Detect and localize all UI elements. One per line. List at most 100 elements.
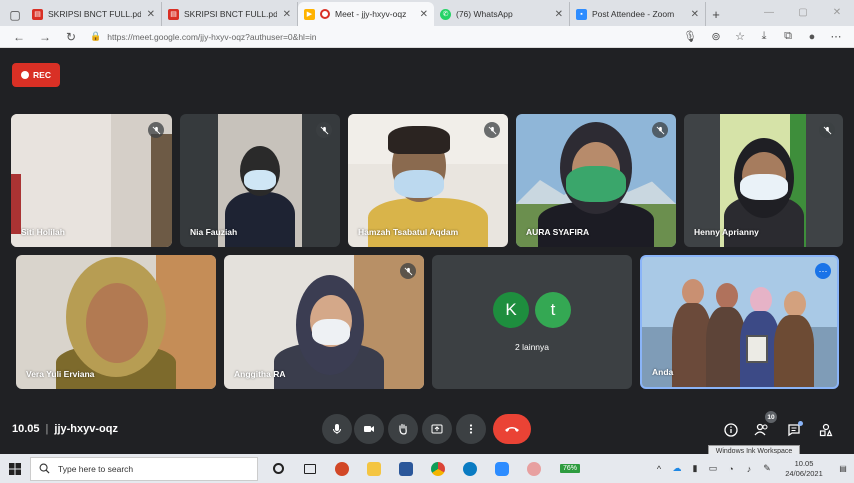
browser-tab[interactable]: ▤ SKRIPSI BNCT FULL.pdf ✕ [26,2,162,26]
close-icon[interactable]: ✕ [147,9,155,20]
more-options-icon[interactable]: ⋯ [815,263,831,279]
browser-tab[interactable]: ▪ Post Attendee - Zoom ✕ [570,2,706,26]
taskbar-search[interactable]: Type here to search [30,456,258,481]
forward-icon[interactable]: → [32,30,58,44]
reload-icon[interactable]: ↻ [58,30,84,44]
more-vert-icon [469,424,473,434]
more-options-button[interactable] [456,414,486,444]
word-icon[interactable] [392,457,420,481]
download-icon[interactable]: ⤓ [752,30,776,43]
chat-button[interactable] [784,420,804,440]
taskbar-apps: 76% [264,457,588,481]
battery-meter[interactable]: 76% [552,457,588,481]
wifi-icon[interactable]: ◔ [722,464,740,474]
participants-button[interactable] [752,420,772,440]
rec-label: REC [33,70,51,80]
participant-tile[interactable]: Anggitha RA [224,255,424,389]
microphone-button[interactable] [322,414,352,444]
onedrive-icon[interactable]: ☁ [668,463,686,474]
zoom-app-icon[interactable] [488,457,516,481]
lock-icon[interactable]: 🔒 [90,31,101,42]
app-icon[interactable] [520,457,548,481]
meet-area: REC Siti Holilah Nia Fauziah Hamzah Tsab… [0,48,854,458]
close-icon[interactable]: ✕ [555,9,563,20]
close-icon[interactable]: ✕ [691,9,699,20]
favorite-icon[interactable]: ☆ [728,30,752,43]
cortana-icon[interactable] [264,457,292,481]
tab-title: SKRIPSI BNCT FULL.pdf [48,9,141,19]
browser-tab[interactable]: ✆ (76) WhatsApp ✕ [434,2,570,26]
close-window-icon[interactable]: ✕ [820,0,854,24]
camera-button[interactable] [354,414,384,444]
collections-icon[interactable]: ⧉ [776,30,800,43]
camera-icon [364,426,374,432]
activities-button[interactable] [816,420,836,440]
close-icon[interactable]: ✕ [420,9,428,20]
browser-tab-active[interactable]: ▶ Meet - jjy-hxyv-oqz ✕ [298,2,434,26]
mic-tray-icon[interactable]: ▮ [686,463,704,474]
volume-icon[interactable]: ♪ [740,464,758,474]
back-icon[interactable]: ← [6,30,32,44]
clock-date: 24/06/2021 [785,468,823,478]
participant-tile[interactable]: Vera Yuli Erviana [16,255,216,389]
leave-call-button[interactable] [493,414,531,444]
participant-tile[interactable]: Hamzah Tsabatul Aqdam [348,114,508,247]
meeting-time: 10.05 [12,423,40,435]
whatsapp-icon: ✆ [440,8,451,20]
mic-off-icon [148,122,164,138]
raise-hand-button[interactable] [388,414,418,444]
people-icon [754,423,768,436]
notification-icon[interactable]: ▤ [832,464,854,473]
minimize-icon[interactable]: — [752,0,786,24]
activities-icon [819,423,833,437]
clock[interactable]: 10.05 24/06/2021 [776,459,832,479]
address-bar: ← → ↻ 🔒 https://meet.google.com/jjy-hxyv… [0,26,854,48]
info-icon [724,423,738,437]
pdf-icon: ▤ [168,8,179,20]
profile-icon[interactable]: ● [800,31,824,43]
battery-percent: 76% [559,464,580,473]
other-avatars: K t [493,292,571,328]
task-view-icon[interactable] [296,457,324,481]
participant-tile[interactable]: Henny Aprianny [684,114,843,247]
present-button[interactable] [422,414,452,444]
close-icon[interactable]: ✕ [283,9,291,20]
meet-icon: ▶ [304,8,315,20]
pdf-icon: ▤ [32,8,43,20]
avatar: K [493,292,529,328]
camera-site-icon[interactable]: ⊚ [704,30,728,43]
pen-icon[interactable]: ✎ [758,463,776,474]
participant-name: Anda [652,367,674,377]
maximize-icon[interactable]: ▢ [786,0,820,24]
participant-name: Nia Fauziah [190,227,238,237]
start-button[interactable] [0,462,30,475]
chrome-icon[interactable] [424,457,452,481]
file-explorer-icon[interactable] [360,457,388,481]
participant-name: Anggitha RA [234,369,286,379]
chevron-up-icon[interactable]: ^ [650,464,668,474]
mic-off-icon [819,122,835,138]
others-count-label: 2 lainnya [514,342,550,352]
windows-taskbar: Type here to search 76% ^ ☁ ▮ ▭ ◔ ♪ ✎ 10… [0,454,854,483]
edge-icon[interactable] [456,457,484,481]
others-tile[interactable]: K t 2 lainnya [432,255,632,389]
url-field[interactable]: 🔒 https://meet.google.com/jjy-hxyv-oqz?a… [84,28,678,46]
new-tab-button[interactable]: + [706,2,726,26]
participant-tile[interactable]: Siti Holilah [11,114,172,247]
tab-actions-icon[interactable]: ▢ [4,4,26,26]
powerpoint-icon[interactable] [328,457,356,481]
mic-off-icon [400,263,416,279]
more-icon[interactable]: ⋯ [824,30,848,43]
browser-tab[interactable]: ▤ SKRIPSI BNCT FULL.pdf ✕ [162,2,298,26]
microphone-icon[interactable]: 🎙 [678,30,702,43]
battery-icon[interactable]: ▭ [704,463,722,474]
self-tile[interactable]: ⋯ Anda [640,255,839,389]
tab-title: SKRIPSI BNCT FULL.pdf [184,9,277,19]
separator: | [45,423,49,435]
participant-tile[interactable]: Nia Fauziah [180,114,340,247]
recording-badge: REC [12,63,60,87]
tab-title: Meet - jjy-hxyv-oqz [335,9,407,19]
zoom-icon: ▪ [576,8,587,20]
participant-tile[interactable]: AURA SYAFIRA [516,114,676,247]
meeting-details-button[interactable] [721,420,741,440]
